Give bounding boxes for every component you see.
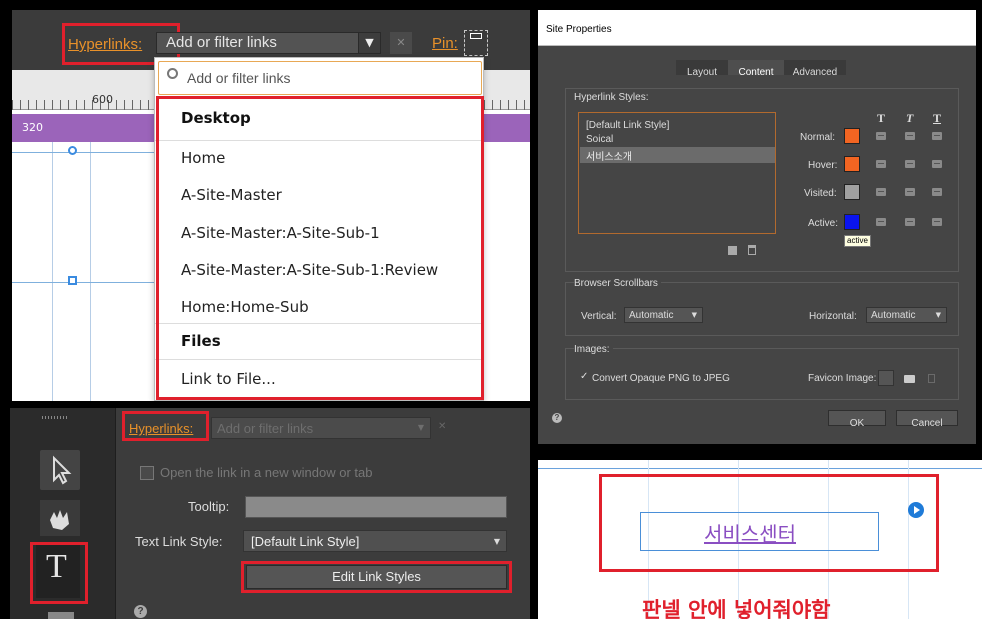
hyperlinks-dropdown[interactable]: Add or filter links ▼: [211, 417, 431, 439]
italic-icon: T: [906, 111, 914, 125]
active-underline-toggle[interactable]: [932, 218, 942, 226]
rectangle-tool[interactable]: [48, 612, 74, 619]
horizontal-label: Horizontal:: [809, 311, 857, 322]
hover-color-swatch[interactable]: [844, 156, 860, 172]
guide-handle[interactable]: [68, 276, 77, 285]
normal-underline-toggle[interactable]: [932, 132, 942, 140]
crop-hand-icon: [50, 510, 69, 530]
close-icon[interactable]: ✕: [390, 32, 412, 54]
search-input[interactable]: Add or filter links: [158, 61, 482, 95]
active-color-swatch[interactable]: [844, 214, 860, 230]
favicon-label: Favicon Image:: [808, 373, 877, 384]
vertical-label: Vertical:: [581, 311, 617, 322]
hyperlink-styles-label: Hyperlink Styles:: [574, 92, 649, 103]
text-link-style-select[interactable]: [Default Link Style] ▼: [243, 530, 507, 552]
images-label: Images:: [574, 344, 613, 355]
visited-italic-toggle[interactable]: [905, 188, 915, 196]
help-icon[interactable]: ?: [134, 605, 147, 618]
open-new-window-label: Open the link in a new window or tab: [160, 465, 373, 480]
tooltip-input[interactable]: [245, 496, 507, 518]
tool-strip: T: [10, 408, 115, 619]
pin-label: Pin:: [432, 35, 458, 52]
vertical-scrollbar-select[interactable]: Automatic ▼: [624, 307, 703, 323]
new-style-icon[interactable]: [728, 246, 737, 255]
checkmark-icon[interactable]: ✓: [580, 371, 588, 382]
normal-bold-toggle[interactable]: [876, 132, 886, 140]
search-icon: [167, 68, 178, 79]
open-new-window-checkbox[interactable]: [140, 466, 154, 480]
hyperlinks-dropdown[interactable]: Add or filter links: [156, 32, 381, 54]
normal-color-swatch[interactable]: [844, 128, 860, 144]
style-item-default[interactable]: [Default Link Style]: [586, 120, 669, 131]
pin-grid-icon[interactable]: [464, 30, 488, 56]
visited-label: Visited:: [804, 188, 837, 199]
site-properties-dialog: Site Properties Layout Content Advanced …: [538, 10, 976, 444]
trash-icon: [928, 374, 935, 383]
text-link-style-label: Text Link Style:: [135, 534, 223, 549]
instruction-note: 판넬 안에 넣어줘야함: [642, 598, 831, 619]
hover-underline-toggle[interactable]: [932, 160, 942, 168]
tab-layout[interactable]: Layout: [676, 60, 728, 78]
canvas-text-preview: 서비스센터 판넬 안에 넣어줘야함: [538, 460, 982, 619]
text-frame-highlight: [599, 474, 939, 572]
chevron-down-icon: ▼: [417, 423, 424, 432]
active-italic-toggle[interactable]: [905, 218, 915, 226]
dropdown-value: Add or filter links: [166, 34, 277, 51]
convert-png-label: Convert Opaque PNG to JPEG: [592, 373, 730, 384]
text-hyperlink-panel: T Hyperlinks: Add or filter links ▼ ✕ Op…: [10, 408, 530, 619]
search-placeholder: Add or filter links: [187, 70, 291, 86]
active-tooltip: active: [844, 235, 871, 247]
style-item-soical[interactable]: Soical: [586, 134, 613, 145]
hover-label: Hover:: [808, 160, 838, 171]
underline-icon: T: [933, 111, 942, 125]
help-icon[interactable]: ?: [552, 413, 562, 423]
chevron-down-icon: ▼: [365, 36, 374, 49]
bold-icon: T: [877, 111, 886, 125]
favicon-preview[interactable]: [878, 370, 894, 386]
tooltip-label: Tooltip:: [188, 499, 230, 514]
breakpoint-320-label: 320: [22, 121, 43, 134]
dialog-title: Site Properties: [546, 24, 612, 35]
browser-scrollbars-label: Browser Scrollbars: [574, 278, 661, 289]
page-list-highlight: [156, 96, 484, 400]
style-item-service-selected[interactable]: 서비스소개: [580, 147, 775, 163]
selection-arrow-tool[interactable]: [40, 450, 80, 490]
visited-bold-toggle[interactable]: [876, 188, 886, 196]
chevron-down-icon: ▼: [493, 537, 500, 546]
selection-arrow-icon: [53, 455, 72, 485]
tab-content[interactable]: Content: [728, 60, 784, 78]
visited-underline-toggle[interactable]: [932, 188, 942, 196]
cancel-button[interactable]: Cancel: [896, 410, 958, 429]
active-label: Active:: [808, 218, 839, 229]
trash-icon[interactable]: [748, 245, 756, 255]
hover-italic-toggle[interactable]: [905, 160, 915, 168]
dialog-titlebar: Site Properties: [538, 10, 976, 46]
normal-italic-toggle[interactable]: [905, 132, 915, 140]
dropdown-arrow-button[interactable]: ▼: [358, 32, 381, 54]
tab-advanced[interactable]: Advanced: [784, 60, 846, 78]
chevron-down-icon: ▼: [691, 311, 697, 319]
hyperlinks-dropdown-panel: Hyperlinks: Add or filter links ▼ ✕ Pin:…: [12, 10, 530, 401]
hyperlinks-label-highlight: [122, 411, 209, 441]
ok-button[interactable]: OK: [828, 410, 886, 429]
guide-handle[interactable]: [68, 146, 77, 155]
horizontal-scrollbar-select[interactable]: Automatic ▼: [866, 307, 947, 323]
normal-label: Normal:: [800, 132, 836, 143]
link-styles-list: [Default Link Style] Soical 서비스소개: [578, 112, 776, 234]
edit-link-styles-highlight: [241, 561, 512, 593]
hover-bold-toggle[interactable]: [876, 160, 886, 168]
visited-color-swatch[interactable]: [844, 184, 860, 200]
folder-icon[interactable]: [904, 375, 915, 383]
crop-hand-tool[interactable]: [40, 500, 80, 536]
text-tool-highlight: [30, 542, 88, 604]
chevron-down-icon: ▼: [935, 311, 941, 319]
ruler-600-label: 600: [92, 93, 113, 106]
close-icon[interactable]: ✕: [438, 421, 446, 432]
active-bold-toggle[interactable]: [876, 218, 886, 226]
